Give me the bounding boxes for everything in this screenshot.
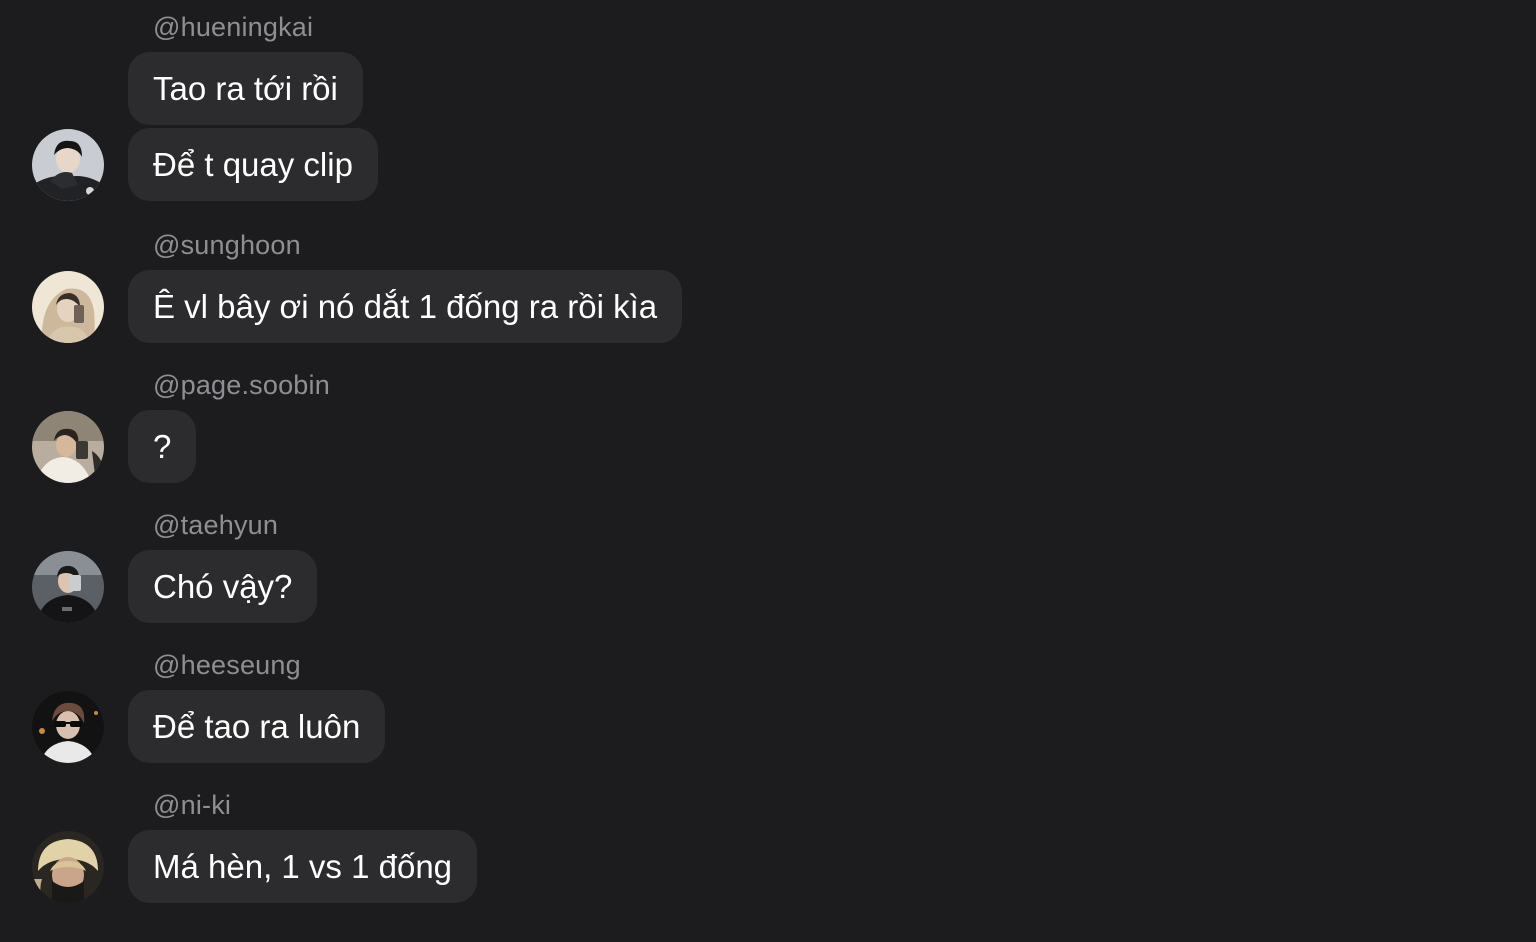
message-bubble[interactable]: Chó vậy? xyxy=(128,550,318,623)
sender-username[interactable]: @heeseung xyxy=(153,649,301,681)
sender-username[interactable]: @sunghoon xyxy=(153,229,301,261)
avatar[interactable] xyxy=(32,129,104,201)
avatar[interactable] xyxy=(32,551,104,623)
avatar[interactable] xyxy=(32,271,104,343)
avatar[interactable] xyxy=(32,831,104,903)
sender-username[interactable]: @page.soobin xyxy=(153,369,330,401)
chat-thread: @hueningkai Tao ra tới rồi Để t quay cli… xyxy=(0,0,1536,942)
message-bubble[interactable]: Má hèn, 1 vs 1 đống xyxy=(128,830,478,903)
sender-username[interactable]: @taehyun xyxy=(153,509,278,541)
avatar[interactable] xyxy=(32,411,104,483)
sender-username[interactable]: @ni-ki xyxy=(153,789,231,821)
message-bubble[interactable]: Để tao ra luôn xyxy=(128,690,386,763)
message-bubble[interactable]: Ê vl bây ơi nó dắt 1 đống ra rồi kìa xyxy=(128,270,683,343)
avatar[interactable] xyxy=(32,691,104,763)
message-bubble[interactable]: Tao ra tới rồi xyxy=(128,52,363,125)
sender-username[interactable]: @hueningkai xyxy=(153,11,313,43)
message-bubble[interactable]: ? xyxy=(128,410,197,483)
message-bubble[interactable]: Để t quay clip xyxy=(128,128,378,201)
